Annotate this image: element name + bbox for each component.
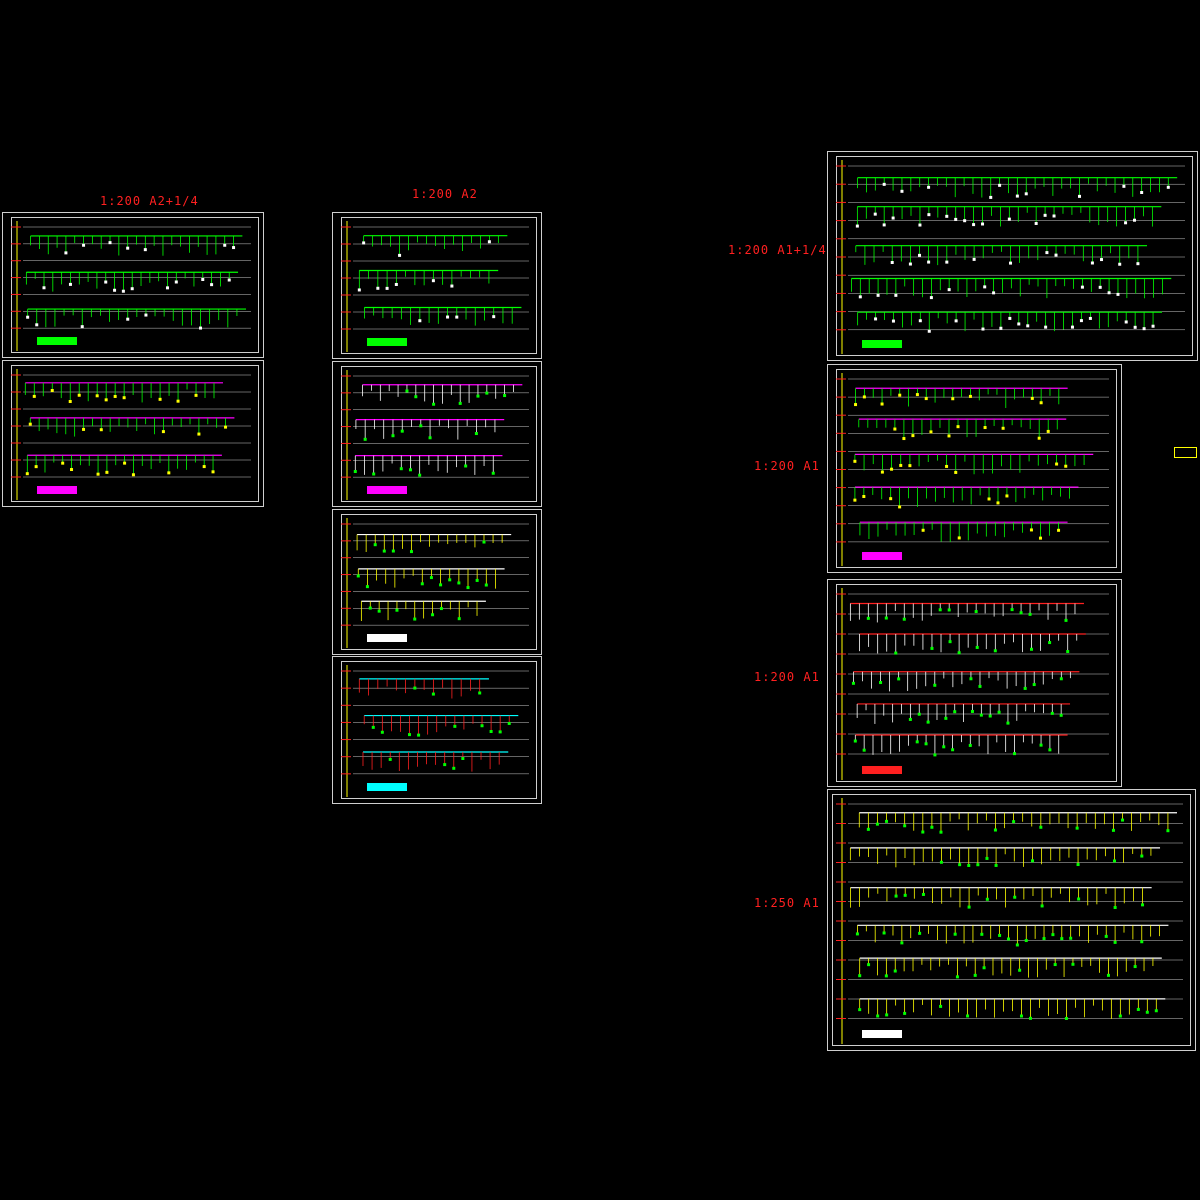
drawing-sheet-mid-3[interactable] <box>332 509 542 655</box>
drawing-sheet-right-2[interactable] <box>827 364 1122 573</box>
schematic-mid-1 <box>341 221 529 352</box>
schematic-right-2 <box>836 373 1109 566</box>
schematic-mid-2 <box>341 370 529 500</box>
scale-label-right-2: 1:200 A1 <box>754 459 820 473</box>
drawing-sheet-mid-2[interactable] <box>332 361 542 507</box>
schematic-mid-4 <box>341 665 529 797</box>
schematic-right-1 <box>836 160 1185 354</box>
drawing-sheet-left-1[interactable] <box>2 212 264 358</box>
stamp-block <box>1174 447 1197 458</box>
scale-label-right-1: 1:200 A1+1/4 <box>728 243 827 257</box>
drawing-sheet-right-4[interactable] <box>827 789 1196 1051</box>
drawing-sheet-mid-1[interactable] <box>332 212 542 359</box>
drawing-sheet-mid-4[interactable] <box>332 656 542 804</box>
scale-label-middle: 1:200 A2 <box>412 187 478 201</box>
scale-label-right-3: 1:200 A1 <box>754 670 820 684</box>
drawing-sheet-right-1[interactable] <box>827 151 1198 361</box>
schematic-right-4 <box>836 798 1183 1044</box>
schematic-mid-3 <box>341 518 529 648</box>
drawing-sheet-right-3[interactable] <box>827 579 1122 787</box>
schematic-left-1 <box>11 221 251 351</box>
schematic-right-3 <box>836 588 1109 780</box>
scale-label-right-4: 1:250 A1 <box>754 896 820 910</box>
scale-label-left: 1:200 A2+1/4 <box>100 194 199 208</box>
schematic-left-2 <box>11 369 251 500</box>
drawing-sheet-left-2[interactable] <box>2 360 264 507</box>
